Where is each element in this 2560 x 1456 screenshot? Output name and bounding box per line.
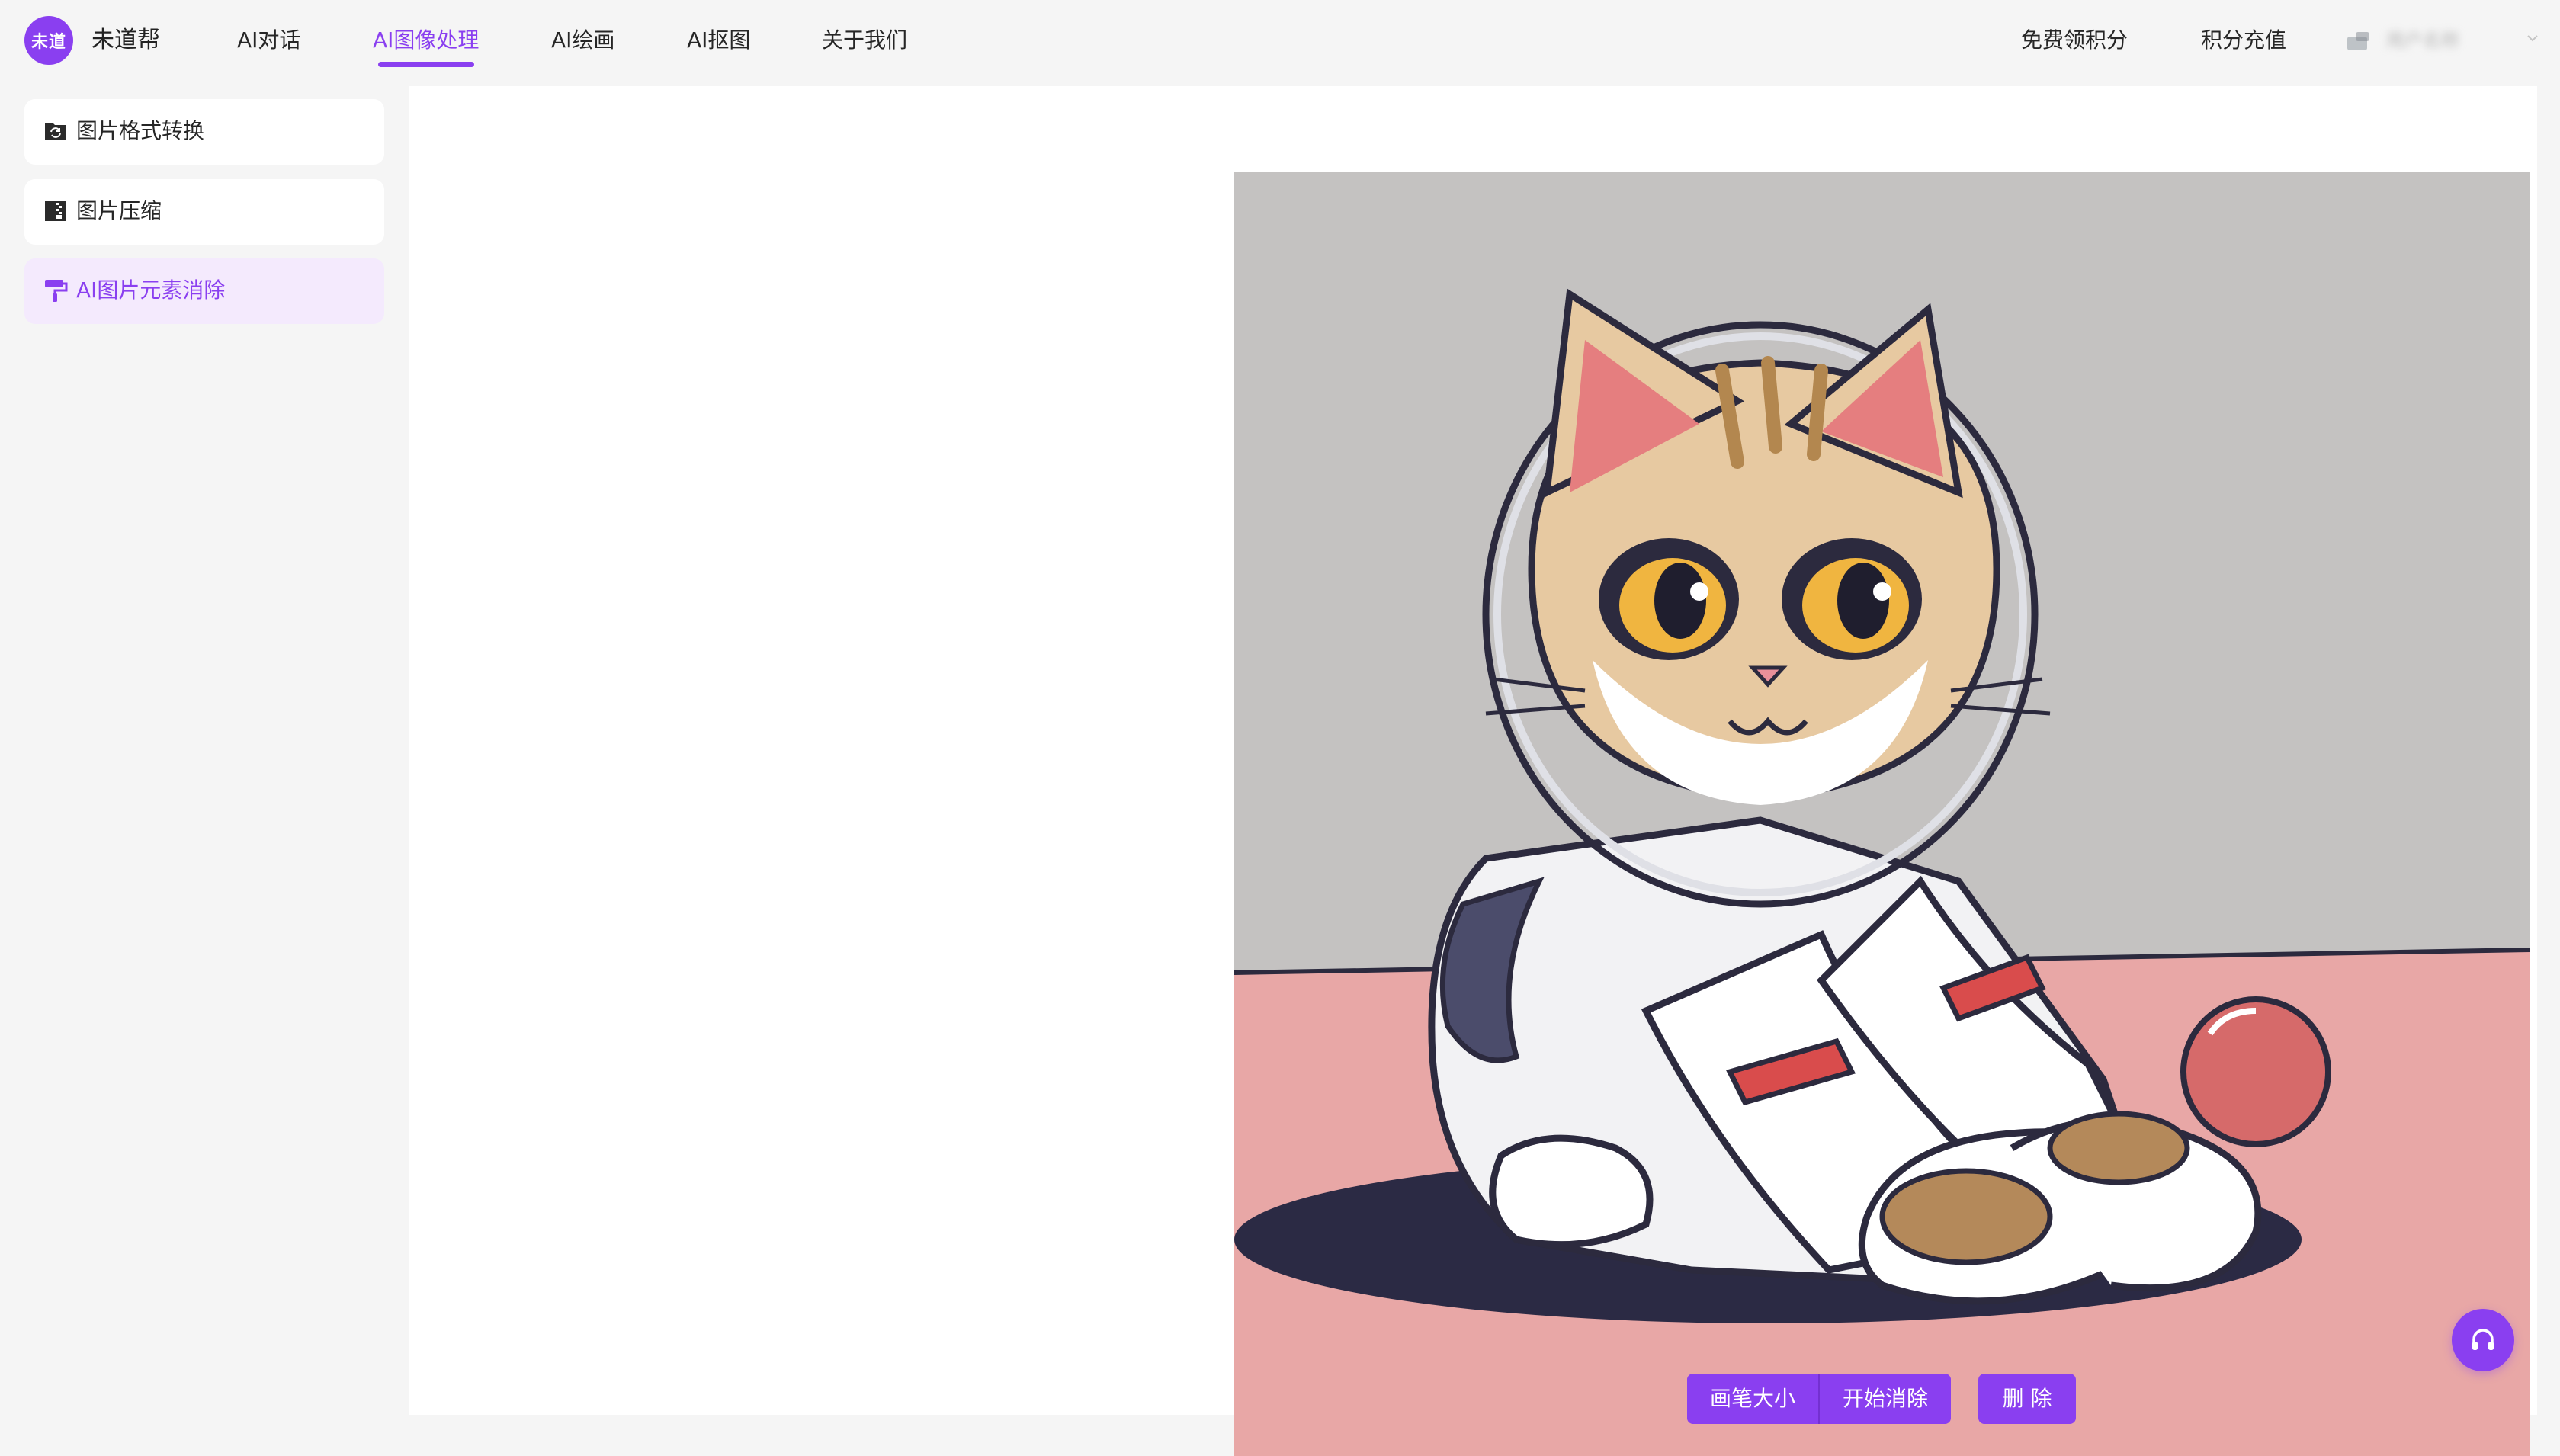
sidebar-item-label: 图片格式转换 bbox=[76, 118, 205, 143]
user-name[interactable]: 用户名称 bbox=[2386, 29, 2516, 52]
brand-logo[interactable]: 未道 bbox=[24, 16, 73, 65]
customer-support-button[interactable] bbox=[2452, 1309, 2514, 1371]
nav-active-indicator bbox=[378, 62, 474, 67]
top-nav-bar: 未道 未道帮 AI对话 AI图像处理 AI绘画 AI抠图 关于我们 免费领积分 … bbox=[0, 0, 2560, 86]
delete-button[interactable]: 删 除 bbox=[1978, 1374, 2076, 1424]
image-editing-canvas[interactable] bbox=[1234, 172, 2530, 1456]
folder-sync-icon bbox=[45, 123, 66, 140]
brush-size-button[interactable]: 画笔大小 bbox=[1687, 1374, 1819, 1424]
paint-roller-icon bbox=[45, 280, 68, 302]
free-points-link[interactable]: 免费领积分 bbox=[2021, 24, 2128, 56]
start-erase-button[interactable]: 开始消除 bbox=[1820, 1374, 1952, 1424]
sidebar-item-compress[interactable]: 图片压缩 bbox=[24, 179, 384, 245]
sidebar-item-label: 图片压缩 bbox=[76, 198, 162, 223]
zip-file-icon bbox=[45, 201, 66, 221]
sidebar-item-ai-element-erase[interactable]: AI图片元素消除 bbox=[24, 258, 384, 324]
cat-astronaut-image[interactable] bbox=[1234, 172, 2530, 1456]
nav-item-ai-chat[interactable]: AI对话 bbox=[237, 24, 300, 56]
sidebar-item-label: AI图片元素消除 bbox=[76, 277, 226, 303]
nav-item-about-us[interactable]: 关于我们 bbox=[822, 24, 907, 56]
nav-item-ai-painting[interactable]: AI绘画 bbox=[551, 24, 614, 56]
nav-item-ai-image-processing[interactable]: AI图像处理 bbox=[373, 24, 479, 56]
headset-icon bbox=[2472, 1329, 2494, 1350]
sidebar-item-format-convert[interactable]: 图片格式转换 bbox=[24, 99, 384, 165]
user-avatar-icon[interactable] bbox=[2345, 29, 2372, 53]
main-content-area: 画笔大小 开始消除 删 除 bbox=[409, 86, 2537, 1456]
chevron-down-icon[interactable] bbox=[2525, 30, 2540, 46]
recharge-points-link[interactable]: 积分充值 bbox=[2201, 24, 2286, 56]
brush-toolbar: 画笔大小 开始消除 bbox=[1687, 1374, 1952, 1424]
brand-name[interactable]: 未道帮 bbox=[91, 24, 160, 56]
nav-item-ai-cutout[interactable]: AI抠图 bbox=[687, 24, 750, 56]
